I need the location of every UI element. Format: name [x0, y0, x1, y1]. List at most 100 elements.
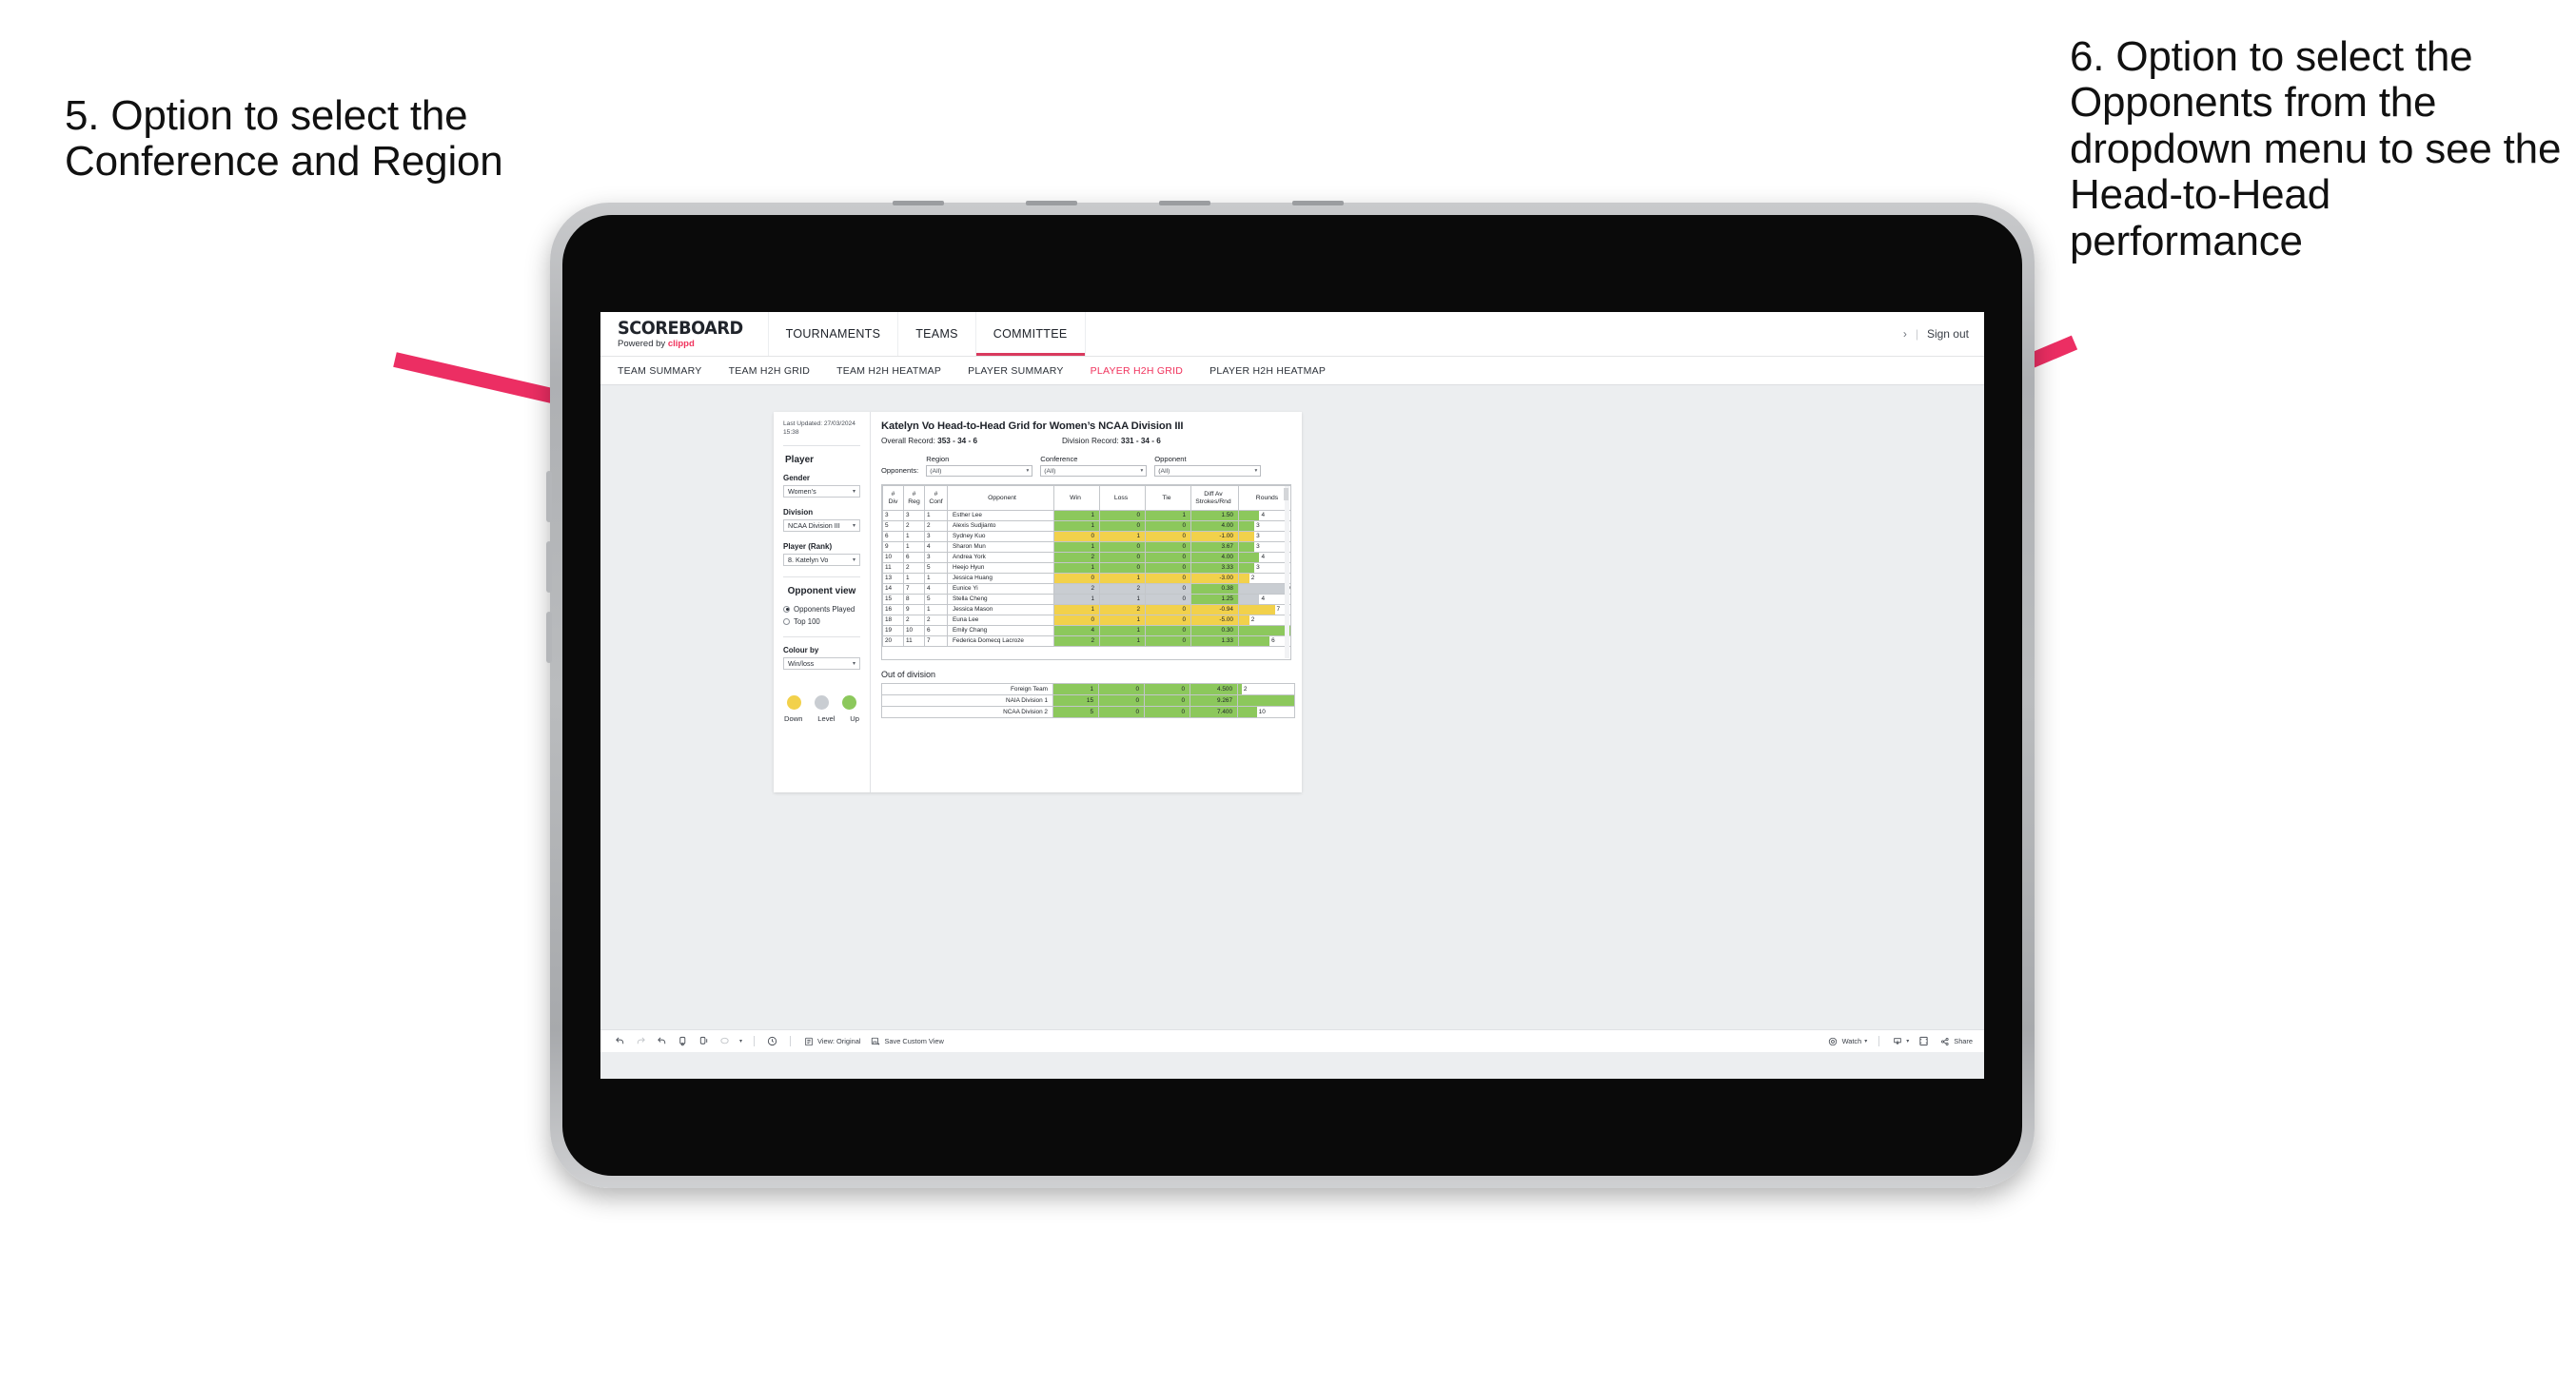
table-row[interactable]: 19106Emily Chang4100.3011	[882, 625, 1290, 636]
conference-select-value: (All)	[1044, 467, 1056, 475]
bottom-toolbar: ▾ View: Original Save Custom View Watch …	[600, 1029, 1984, 1052]
cell-win: 2	[1053, 552, 1100, 563]
radio-opponents-played[interactable]: Opponents Played	[783, 605, 860, 614]
region-select[interactable]: (All) ▾	[926, 465, 1033, 477]
subnav-item-player-summary[interactable]: PLAYER SUMMARY	[968, 365, 1064, 377]
table-header-row: # Div # Reg # Conf Opponent Win Loss Tie Di…	[882, 485, 1290, 511]
cell-rounds: 10	[1237, 706, 1295, 718]
cell-reg: 6	[903, 552, 925, 563]
brand-logo[interactable]: SCOREBOARD Powered by clippd	[600, 312, 769, 356]
cell-div: 16	[882, 604, 904, 615]
clock-icon[interactable]	[766, 1035, 778, 1047]
opponent-filters: Opponents: Region (All) ▾ Conference (Al…	[881, 455, 1291, 477]
tablet-device: SCOREBOARD Powered by clippd TOURNAMENTS…	[546, 201, 2035, 1188]
tablet-bezel: SCOREBOARD Powered by clippd TOURNAMENTS…	[546, 201, 2035, 1188]
revert-icon[interactable]	[656, 1035, 668, 1047]
subnav-item-player-h2h-grid[interactable]: PLAYER H2H GRID	[1091, 365, 1184, 377]
table-row[interactable]: 10 6 3 Andrea York 2 0 0 4.00 4	[882, 552, 1290, 563]
cell-conf: 5	[924, 562, 948, 574]
chevron-down-icon: ▾	[1140, 468, 1144, 474]
colour-by-select[interactable]: Win/loss ▾	[783, 656, 860, 670]
filter-sidebar: Last Updated: 27/03/2024 15:38 Player Ge…	[774, 412, 871, 792]
table-row[interactable]: 5 2 2 Alexis Sudjianto 1 0 0 4.00 3	[882, 520, 1290, 532]
watch-button[interactable]: Watch ▾	[1827, 1035, 1867, 1047]
chevron-down-icon: ▾	[852, 522, 855, 529]
subnav-item-team-h2h-heatmap[interactable]: TEAM H2H HEATMAP	[836, 365, 941, 377]
view-original-button[interactable]: View: Original	[802, 1035, 860, 1047]
cell-loss: 0	[1098, 694, 1145, 707]
gender-select[interactable]: Women’s ▾	[783, 484, 860, 498]
filter-opponent: Opponent (All) ▾	[1154, 455, 1262, 477]
topnav-item-teams[interactable]: TEAMS	[898, 312, 976, 356]
rounds-value: 6	[1271, 636, 1275, 644]
table-row[interactable]: 11 2 5 Heejo Hyun 1 0 0 3.33 3	[882, 562, 1290, 574]
legend-swatch-up	[842, 694, 856, 710]
brand-tagline: Powered by clippd	[618, 340, 753, 349]
cell-reg: 2	[903, 562, 925, 574]
col-header-win: Win	[1053, 485, 1100, 511]
share-button[interactable]: Share	[1938, 1035, 1973, 1047]
app-header: SCOREBOARD Powered by clippd TOURNAMENTS…	[600, 312, 1984, 357]
conference-select[interactable]: (All) ▾	[1040, 465, 1148, 477]
cell-tie: 0	[1144, 694, 1190, 707]
table-row[interactable]: 9 1 4 Sharon Mun 1 0 0 3.67 3	[882, 541, 1290, 553]
redo-icon[interactable]	[635, 1035, 647, 1047]
topnav-item-committee[interactable]: COMMITTEE	[975, 312, 1086, 356]
chevron-down-icon: ▾	[1906, 1039, 1910, 1044]
table-row[interactable]: NAIA Division 115009.26730	[881, 694, 1295, 707]
subnav-item-team-summary[interactable]: TEAM SUMMARY	[618, 365, 702, 377]
cell-reg: 1	[903, 541, 925, 553]
cell-loss: 2	[1099, 604, 1146, 615]
subnav-item-player-h2h-heatmap[interactable]: PLAYER H2H HEATMAP	[1209, 365, 1326, 377]
legend-label-level: Level	[817, 713, 836, 723]
player-rank-select[interactable]: 8. Katelyn Vo ▾	[783, 553, 860, 566]
table-row[interactable]: 15 8 5 Stella Cheng 1 1 0 1.25 4	[882, 594, 1290, 605]
loop-icon[interactable]	[718, 1035, 731, 1047]
table-row[interactable]: 13 1 1 Jessica Huang 0 1 0 -3.00 2	[882, 573, 1290, 584]
table-row[interactable]: 18 2 2 Euna Lee 0 1 0 -5.00 2	[882, 615, 1290, 626]
chevron-right-icon[interactable]: ›	[1903, 327, 1907, 341]
page-title: Katelyn Vo Head-to-Head Grid for Women’s…	[881, 420, 1184, 432]
topnav-item-tournaments[interactable]: TOURNAMENTS	[769, 312, 899, 356]
sign-out-link[interactable]: Sign out	[1927, 327, 1969, 341]
legend-label-down: Down	[784, 713, 803, 723]
view-original-label: View: Original	[817, 1037, 861, 1045]
overall-record-label: Overall Record:	[881, 437, 938, 445]
table-row[interactable]: 1474Eunice Yi2200.389	[882, 583, 1290, 595]
subnav-item-team-h2h-grid[interactable]: TEAM H2H GRID	[729, 365, 811, 377]
cell-loss: 0	[1099, 541, 1146, 553]
rounds-bar-cell: 6	[1239, 636, 1291, 646]
table-row[interactable]: 6 1 3 Sydney Kuo 0 1 0 -1.00 3	[882, 531, 1290, 542]
refresh-icon[interactable]	[677, 1035, 689, 1047]
save-custom-view-button[interactable]: Save Custom View	[869, 1035, 944, 1047]
table-row[interactable]: Foreign Team 1 0 0 4.500 2	[881, 683, 1295, 695]
cell-opponent: Jessica Mason	[947, 604, 1054, 615]
cell-win: 1	[1053, 562, 1100, 574]
grid-scrollbar-thumb[interactable]	[1284, 488, 1288, 500]
undo-icon[interactable]	[614, 1035, 626, 1047]
grid-scrollbar-track[interactable]	[1284, 486, 1289, 658]
division-select[interactable]: NCAA Division III ▾	[783, 518, 860, 532]
table-row[interactable]: NCAA Division 2 5 0 0 7.400 10	[881, 706, 1295, 718]
opponent-select[interactable]: (All) ▾	[1154, 465, 1262, 477]
fullscreen-icon[interactable]	[1917, 1035, 1930, 1047]
cell-conf: 3	[924, 552, 948, 563]
table-row[interactable]: 16 9 1 Jessica Mason 1 2 0 -0.94 7	[882, 604, 1290, 615]
radio-top-100[interactable]: Top 100	[783, 617, 860, 626]
rounds-bar-fill	[1239, 595, 1260, 604]
cell-loss: 0	[1099, 510, 1146, 521]
records-row: Overall Record: 353 - 34 - 6 Division Re…	[881, 437, 1291, 445]
cell-div: 6	[882, 531, 904, 542]
cell-tie: 1	[1145, 510, 1191, 521]
table-row[interactable]: 3 3 1 Esther Lee 1 0 1 1.50 4	[882, 510, 1290, 521]
sidebar-heading-player: Player	[785, 454, 815, 465]
cell-diff: 4.500	[1190, 683, 1238, 695]
rounds-value: 3	[1256, 532, 1260, 539]
pause-icon[interactable]	[698, 1035, 710, 1047]
tablet-button-volume-down	[546, 541, 552, 593]
download-button[interactable]: ▾	[1891, 1035, 1909, 1047]
table-row[interactable]: 20 11 7 Federica Domecq Lacroze 2 1 0 1.33 6	[882, 635, 1291, 647]
chevron-down-icon[interactable]: ▾	[739, 1038, 742, 1044]
cell-win: 1	[1053, 594, 1100, 605]
h2h-grid-container[interactable]: # Div # Reg # Conf Opponent Win Loss Tie Di…	[881, 484, 1291, 660]
